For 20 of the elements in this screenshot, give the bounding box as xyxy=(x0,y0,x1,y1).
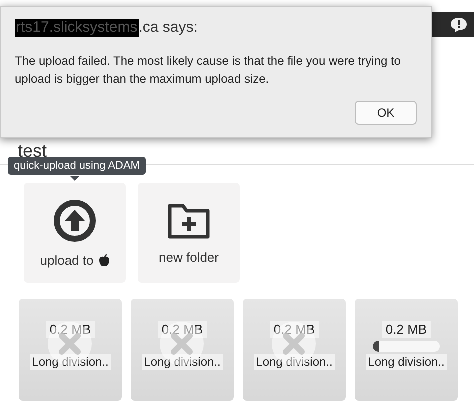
upload-icon xyxy=(53,198,97,242)
file-size: 0.2 MB xyxy=(158,321,208,338)
dialog-title: .ca says: xyxy=(138,19,198,37)
file-name: Long division.. xyxy=(30,354,111,370)
file-size: 0.2 MB xyxy=(46,321,96,338)
folder-plus-icon xyxy=(167,202,211,240)
file-size: 0.2 MB xyxy=(270,321,320,338)
redacted-host: rts17.slicksystems xyxy=(15,19,139,37)
file-size: 0.2 MB xyxy=(382,321,432,338)
tooltip: quick-upload using ADAM xyxy=(8,157,146,175)
dialog-message: The upload failed. The most likely cause is that the file you were trying to upload is bigger than the maximum upload size. xyxy=(15,53,402,88)
apple-icon xyxy=(98,254,110,266)
file-name: Long division.. xyxy=(254,354,335,370)
folder-tile[interactable]: new folder xyxy=(138,183,240,283)
ok-button[interactable]: OK xyxy=(355,101,417,125)
upload-tile[interactable]: upload to xyxy=(24,183,126,283)
tooltip-pointer xyxy=(70,176,80,181)
file-name: Long division.. xyxy=(142,354,223,370)
alert-bubble-icon[interactable] xyxy=(450,16,468,32)
file-name: Long division.. xyxy=(366,354,447,370)
